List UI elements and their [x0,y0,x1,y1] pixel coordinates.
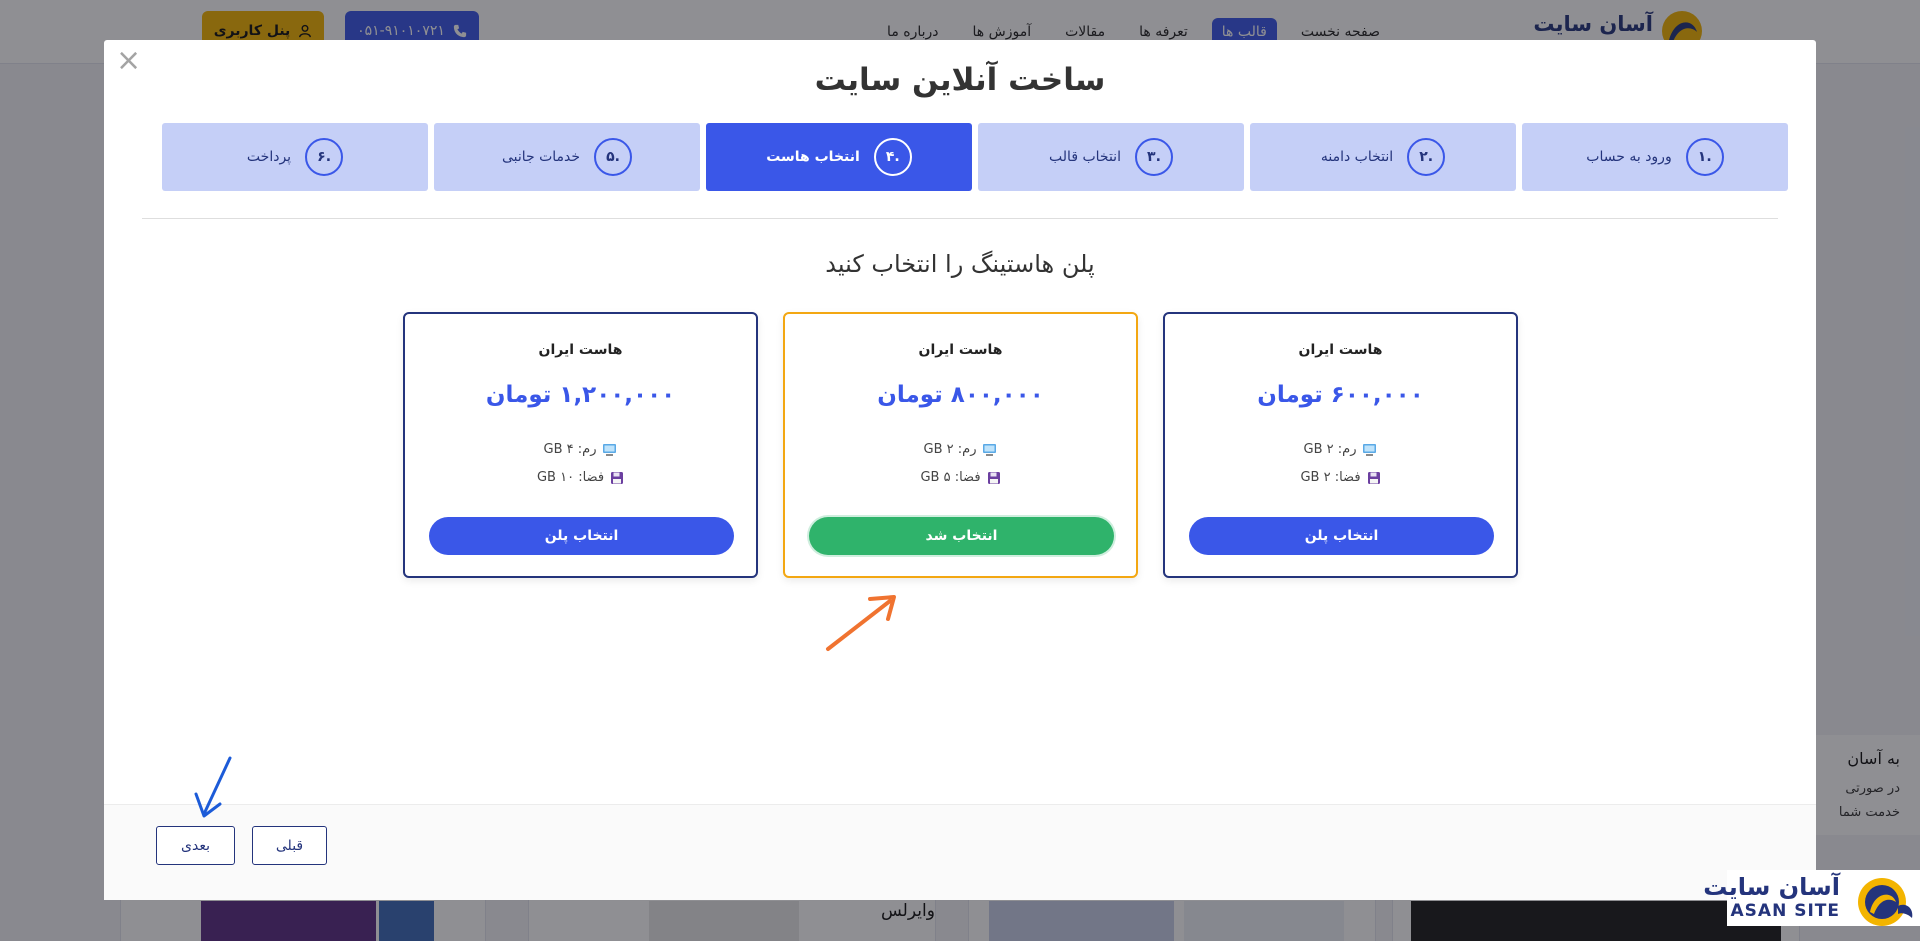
step-label: انتخاب دامنه [1320,149,1394,165]
wizard-steps: .۱ ورود به حساب .۲ انتخاب دامنه .۳ انتخا… [132,123,1788,191]
step-domain[interactable]: .۲ انتخاب دامنه [1250,123,1516,191]
plan-ram-text: رم: ۲ GB [1303,442,1357,457]
step-extras[interactable]: .۵ خدمات جانبی [434,123,700,191]
floppy-disk-icon [987,471,1000,484]
floppy-disk-icon [1367,471,1380,484]
corner-brand-logo: آسان سایت ASAN SITE [1703,870,1920,926]
plan-disk-text: فضا: ۲ GB [1300,470,1361,485]
step-number: .۵ [594,138,633,176]
previous-button[interactable]: قبلی [252,826,327,865]
corner-logo-text-en: ASAN SITE [1730,901,1840,921]
step-number: .۱ [1685,138,1724,176]
plan-name: هاست ایران [918,342,1003,358]
plan-name: هاست ایران [1298,342,1383,358]
step-number: .۳ [1134,138,1173,176]
modal-body: .۱ ورود به حساب .۲ انتخاب دامنه .۳ انتخا… [132,120,1788,804]
step-number: .۲ [1407,138,1446,176]
step-login[interactable]: .۱ ورود به حساب [1522,123,1788,191]
divider [142,218,1778,219]
step-host[interactable]: .۴ انتخاب هاست [706,123,972,191]
plan-disk-text: فضا: ۱۰ GB [536,470,605,485]
modal-title: ساخت آنلاین سایت [814,62,1106,98]
plan-name: هاست ایران [538,342,623,358]
plan-card: هاست ایران ۶۰۰,۰۰۰ تومان رم: ۲ GB فضا: ۲… [1163,312,1518,578]
plan-price: ۱,۲۰۰,۰۰۰ تومان [485,382,676,408]
plan-disk: فضا: ۱۰ GB [405,470,756,485]
site-builder-modal: × ساخت آنلاین سایت .۱ ورود به حساب .۲ ان… [104,40,1816,900]
brand-mark-icon [1858,878,1913,926]
step-label: ورود به حساب [1586,149,1672,165]
step-payment[interactable]: .۶ پرداخت [162,123,428,191]
plan-disk: فضا: ۵ GB [785,470,1136,485]
step-label: پرداخت [246,149,292,165]
plan-ram: رم: ۲ GB [785,442,1136,457]
blue-arrow-annotation [194,756,232,818]
floppy-disk-icon [611,471,624,484]
section-title: پلن هاستینگ را انتخاب کنید [825,250,1095,278]
plan-ram: رم: ۴ GB [405,442,756,457]
plan-ram-text: رم: ۴ GB [543,442,597,457]
plan-card-selected: هاست ایران ۸۰۰,۰۰۰ تومان رم: ۲ GB فضا: ۵… [783,312,1138,578]
next-button[interactable]: بعدی [156,826,235,865]
select-plan-button[interactable]: انتخاب پلن [429,517,734,555]
step-number: .۴ [873,138,912,176]
computer-icon [983,443,997,456]
plan-ram: رم: ۲ GB [1165,442,1516,457]
orange-arrow-annotation [826,595,896,651]
computer-icon [1363,443,1377,456]
plan-price: ۶۰۰,۰۰۰ تومان [1257,382,1424,408]
plan-ram-text: رم: ۲ GB [923,442,977,457]
corner-logo-text: آسان سایت [1703,873,1840,901]
plan-disk-text: فضا: ۵ GB [920,470,981,485]
step-label: خدمات جانبی [501,149,581,165]
step-number: .۶ [305,138,344,176]
plan-price: ۸۰۰,۰۰۰ تومان [877,382,1044,408]
step-label: انتخاب هاست [766,149,860,165]
plan-disk: فضا: ۲ GB [1165,470,1516,485]
modal-footer: قبلی بعدی [104,804,1816,900]
step-label: انتخاب قالب [1049,149,1121,165]
select-plan-button[interactable]: انتخاب پلن [1189,517,1494,555]
step-template[interactable]: .۳ انتخاب قالب [978,123,1244,191]
computer-icon [603,443,617,456]
plan-selected-button[interactable]: انتخاب شد [809,517,1114,555]
plan-card: هاست ایران ۱,۲۰۰,۰۰۰ تومان رم: ۴ GB فضا:… [403,312,758,578]
